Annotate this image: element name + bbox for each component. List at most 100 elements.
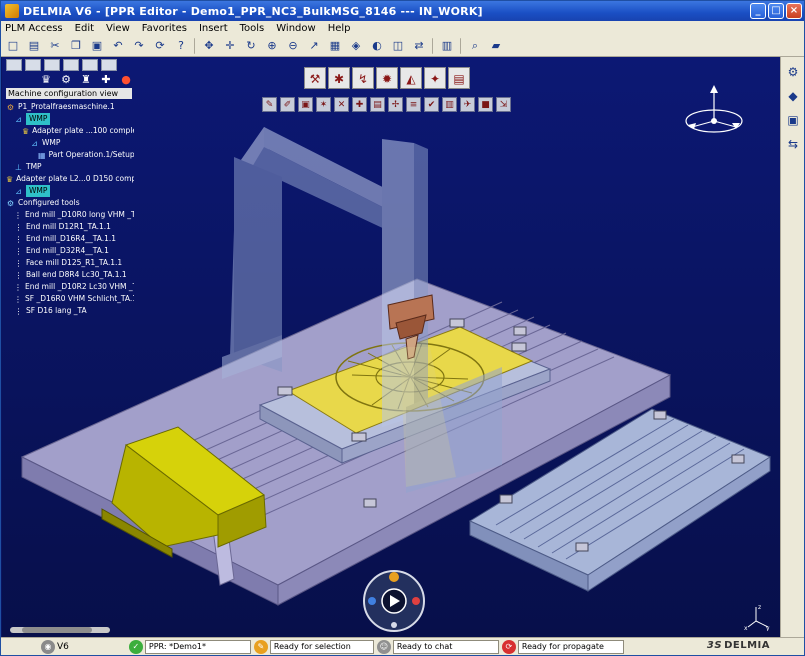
catalog-icon[interactable]: ▥: [439, 38, 455, 54]
tree-item[interactable]: ⋮ SF _D16R0 VHM Schlicht_TA.1: [6, 293, 134, 305]
simulation-icon[interactable]: ✹: [376, 67, 398, 89]
stop-icon[interactable]: ●: [118, 73, 134, 87]
shading-icon[interactable]: ◐: [369, 38, 385, 54]
operation-icon[interactable]: ✱: [328, 67, 350, 89]
tree-item[interactable]: ⋮ End mill D12R1_TA.1.1: [6, 221, 134, 233]
product-icon[interactable]: ♜: [78, 73, 94, 87]
update-icon[interactable]: ⟳: [152, 38, 168, 54]
tool-insert-icon[interactable]: ✶: [316, 97, 331, 112]
people-icon[interactable]: [389, 572, 399, 582]
tool-list-icon[interactable]: ▣: [298, 97, 313, 112]
iso-view-icon[interactable]: ◈: [348, 38, 364, 54]
close-button[interactable]: ×: [786, 3, 802, 19]
geometry-icon[interactable]: ◆: [784, 87, 802, 105]
tool-edit-icon[interactable]: ✐: [280, 97, 295, 112]
pan-icon[interactable]: ✛: [222, 38, 238, 54]
tree-view-toggle-1[interactable]: [6, 59, 22, 71]
simulation-player[interactable]: [358, 569, 430, 633]
tree-view-toggle-4[interactable]: [63, 59, 79, 71]
tree-view-toggle-2[interactable]: [25, 59, 41, 71]
menu-tools[interactable]: Tools: [240, 23, 265, 34]
3d-viewport[interactable]: ♛ ⚙ ♜ ✚ ● Machine configuration view ⚙ P1…: [2, 57, 780, 637]
tree-item[interactable]: ⊿ WMP: [6, 113, 134, 125]
normal-view-icon[interactable]: ↗: [306, 38, 322, 54]
zoom-in-icon[interactable]: ⊕: [264, 38, 280, 54]
tree-item[interactable]: ⋮ Face mill D125_R1_TA.1.1: [6, 257, 134, 269]
material-removal-icon[interactable]: ◭: [400, 67, 422, 89]
menu-edit[interactable]: Edit: [75, 23, 94, 34]
scrollbar-thumb[interactable]: [22, 627, 92, 633]
maximize-button[interactable]: □: [768, 3, 784, 19]
tool-setup-icon[interactable]: ✎: [262, 97, 277, 112]
menu-view[interactable]: View: [106, 23, 130, 34]
tool-delete-icon[interactable]: ✕: [334, 97, 349, 112]
whats-this-icon[interactable]: ?: [173, 38, 189, 54]
tool-path-icon[interactable]: ↯: [352, 67, 374, 89]
tool-stop-icon[interactable]: ■: [478, 97, 493, 112]
tree-item[interactable]: ▦ Part Operation.1/Setup: [6, 149, 134, 161]
tree-item[interactable]: ⋮ End mill _D10R2 Lc30 VHM _TA.: [6, 281, 134, 293]
tool-check-icon[interactable]: ✔: [424, 97, 439, 112]
multi-view-icon[interactable]: ▦: [327, 38, 343, 54]
tree-item[interactable]: ⋮ End mill_D32R4__TA.1: [6, 245, 134, 257]
tree-item[interactable]: ⊿ WMP: [6, 137, 134, 149]
arrange-icon[interactable]: ⇆: [784, 135, 802, 153]
tool-align-icon[interactable]: ≡: [406, 97, 421, 112]
rotate-icon[interactable]: ↻: [243, 38, 259, 54]
resource-icon[interactable]: ⚙: [58, 73, 74, 87]
tree-item[interactable]: ⚙ Configured tools: [6, 197, 134, 209]
network-icon[interactable]: [412, 597, 420, 605]
tree-view-toggle-6[interactable]: [101, 59, 117, 71]
tool-page-icon[interactable]: ▥: [442, 97, 457, 112]
tree-item-label: End mill_D16R4__TA.1.1: [26, 234, 117, 243]
tree-item[interactable]: ⊥ TMP: [6, 161, 134, 173]
cube-icon[interactable]: [368, 597, 376, 605]
tree-item[interactable]: ⋮ SF D16 lang _TA: [6, 305, 134, 317]
tool-export-icon[interactable]: ⇲: [496, 97, 511, 112]
copy-icon[interactable]: ❐: [68, 38, 84, 54]
swap-space-icon[interactable]: ⇄: [411, 38, 427, 54]
redo-icon[interactable]: ↷: [131, 38, 147, 54]
menu-window[interactable]: Window: [276, 23, 315, 34]
plm-search-icon[interactable]: ⌕: [467, 38, 483, 54]
tool-axis-icon[interactable]: ✢: [388, 97, 403, 112]
tree-item[interactable]: ⋮End mill _D10R0 long VHM _TA.1: [6, 209, 134, 221]
plm-save-icon[interactable]: ▰: [488, 38, 504, 54]
annotation-icon[interactable]: ▣: [784, 111, 802, 129]
zoom-out-icon[interactable]: ⊖: [285, 38, 301, 54]
menu-plm-access[interactable]: PLM Access: [5, 23, 63, 34]
print-icon[interactable]: ▤: [26, 38, 42, 54]
nc-output-icon[interactable]: ✦: [424, 67, 446, 89]
menu-help[interactable]: Help: [328, 23, 351, 34]
machine-icon[interactable]: ⚒: [304, 67, 326, 89]
trophy-icon[interactable]: ♛: [38, 73, 54, 87]
undo-icon[interactable]: ↶: [110, 38, 126, 54]
new-icon[interactable]: □: [5, 38, 21, 54]
fit-all-icon[interactable]: ✥: [201, 38, 217, 54]
tool-document-icon[interactable]: ▤: [370, 97, 385, 112]
menu-favorites[interactable]: Favorites: [142, 23, 187, 34]
cut-icon[interactable]: ✂: [47, 38, 63, 54]
settings-dot-icon[interactable]: [391, 622, 397, 628]
minimize-button[interactable]: _: [750, 3, 766, 19]
tree-item[interactable]: ♛ Adapter plate ...100 complet: [6, 125, 134, 137]
menu-insert[interactable]: Insert: [199, 23, 228, 34]
tool-run-icon[interactable]: ✈: [460, 97, 475, 112]
tree-item[interactable]: ⋮ End mill_D16R4__TA.1.1: [6, 233, 134, 245]
title-bar[interactable]: DELMIA V6 - [PPR Editor - Demo1_PPR_NC3_…: [1, 1, 804, 21]
hide-show-icon[interactable]: ◫: [390, 38, 406, 54]
tree-item[interactable]: ⋮ Ball end D8R4 Lc30_TA.1.1: [6, 269, 134, 281]
tree-item[interactable]: ⊿ WMP: [6, 185, 134, 197]
tree-item[interactable]: ⚙ P1_Protalfraesmaschine.1: [6, 101, 134, 113]
ppr-tab[interactable]: PPR: *Demo1*: [144, 639, 251, 654]
tree-horizontal-scrollbar[interactable]: [10, 627, 110, 633]
tool-mount-icon[interactable]: ✚: [352, 97, 367, 112]
workbench-icon[interactable]: ⚙: [784, 63, 802, 81]
report-icon[interactable]: ▤: [448, 67, 470, 89]
tree-view-toggle-5[interactable]: [82, 59, 98, 71]
paste-icon[interactable]: ▣: [89, 38, 105, 54]
process-icon[interactable]: ✚: [98, 73, 114, 87]
compass-navigator[interactable]: [682, 83, 746, 143]
tree-item[interactable]: ♛ Adapter plate L2...0 D150 complet: [6, 173, 134, 185]
tree-view-toggle-3[interactable]: [44, 59, 60, 71]
